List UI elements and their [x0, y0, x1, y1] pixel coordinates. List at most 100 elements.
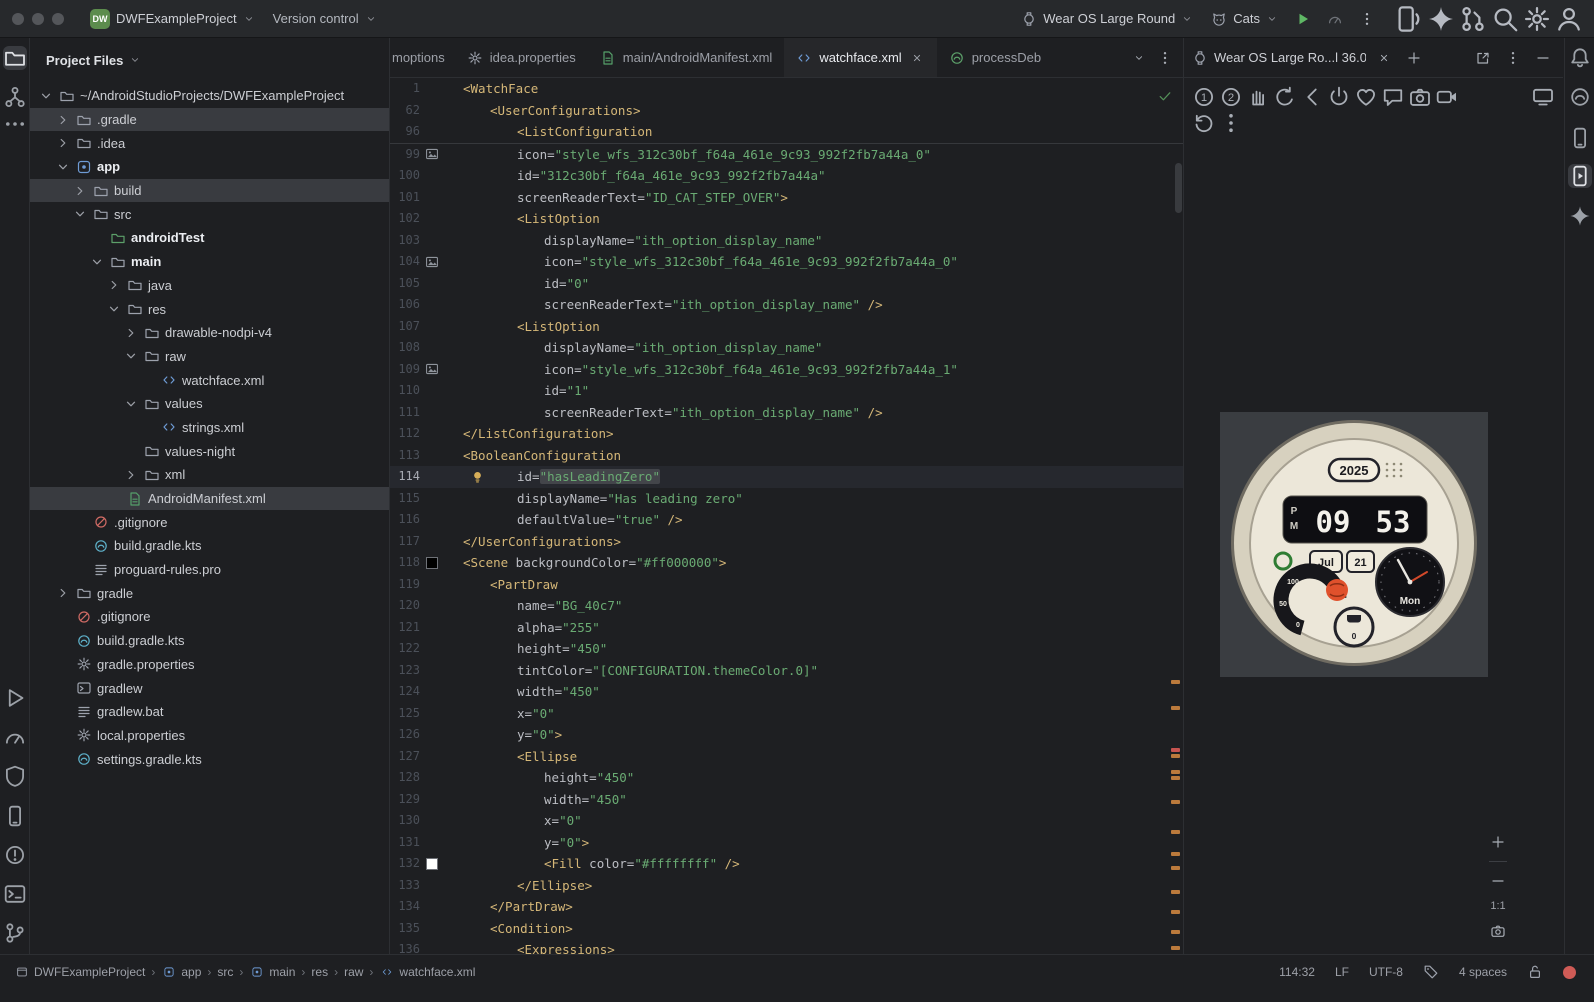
chevron-right-icon[interactable] [106, 277, 122, 293]
profiler-icon[interactable] [3, 725, 27, 749]
code-line-99[interactable]: 99 icon="style_wfs_312c30bf_f64a_461e_9c9… [390, 144, 1183, 166]
minimize-window-button[interactable] [32, 12, 44, 25]
panel-options-button[interactable] [1501, 46, 1525, 70]
breadcrumb-item-app[interactable]: app [161, 964, 201, 980]
power-button[interactable] [1327, 85, 1351, 109]
wear-button-1-button[interactable]: 1 [1192, 85, 1216, 109]
breadcrumb-item-src[interactable]: src [217, 965, 233, 979]
tree-item-res[interactable]: res [30, 297, 389, 321]
stripe-mark[interactable] [1171, 930, 1180, 934]
chevron-right-icon[interactable] [55, 112, 71, 128]
chevron-down-icon[interactable] [123, 396, 139, 412]
code-line-124[interactable]: 124 width="450" [390, 681, 1183, 703]
code-line-108[interactable]: 108 displayName="ith_option_display_name" [390, 337, 1183, 359]
tree-item-gitignore[interactable]: .gitignore [30, 605, 389, 629]
tree-item-androidstudioprojects-dwfexampleproject[interactable]: ~/AndroidStudioProjects/DWFExampleProjec… [30, 84, 389, 108]
display-mode-button[interactable] [1531, 85, 1555, 109]
screen-record-button[interactable] [1435, 85, 1459, 109]
editor-area[interactable]: moptions idea.properties main/AndroidMani… [390, 38, 1183, 954]
indent-widget[interactable]: 4 spaces [1459, 965, 1507, 979]
stripe-mark[interactable] [1171, 852, 1180, 856]
version-control-icon[interactable] [3, 921, 27, 945]
chevron-down-icon[interactable] [72, 206, 88, 222]
code-line-113[interactable]: 113 <BooleanConfiguration [390, 445, 1183, 467]
code-line-105[interactable]: 105 id="0" [390, 273, 1183, 295]
project-selector[interactable]: DW DWFExampleProject [82, 5, 263, 33]
code-line-104[interactable]: 104 icon="style_wfs_312c30bf_f64a_461e_9c… [390, 251, 1183, 273]
running-devices-icon[interactable] [1568, 164, 1592, 188]
hide-panel-button[interactable] [1531, 46, 1555, 70]
stripe-mark[interactable] [1171, 776, 1180, 780]
unlock-icon[interactable] [1527, 964, 1543, 980]
chevron-right-icon[interactable] [123, 467, 139, 483]
color-swatch-icon[interactable] [426, 556, 438, 569]
tree-item-values-night[interactable]: values-night [30, 439, 389, 463]
more-options-button[interactable] [1219, 111, 1243, 135]
tree-item-java[interactable]: java [30, 274, 389, 298]
tree-item-gitignore[interactable]: .gitignore [30, 510, 389, 534]
device-selector[interactable]: Wear OS Large Round [1013, 5, 1201, 33]
maximize-window-button[interactable] [52, 12, 64, 25]
code-line-102[interactable]: 102 <ListOption [390, 208, 1183, 230]
code-line-121[interactable]: 121 alpha="255" [390, 617, 1183, 639]
code-line-135[interactable]: 135 <Condition> [390, 918, 1183, 940]
zoom-out-button[interactable] [1486, 869, 1510, 893]
hidden-tabs-button[interactable] [1127, 46, 1151, 70]
tab-overflow-left[interactable]: moptions [390, 38, 455, 77]
tree-item-build[interactable]: build [30, 178, 389, 203]
tab-watchface-xml[interactable]: watchface.xml [784, 38, 937, 77]
code-line-131[interactable]: 131 y="0"> [390, 832, 1183, 854]
chevron-right-icon[interactable] [72, 183, 88, 199]
tree-item-local-properties[interactable]: local.properties [30, 724, 389, 748]
tree-item-src[interactable]: src [30, 202, 389, 226]
code-line-123[interactable]: 123 tintColor="[CONFIGURATION.themeColor.… [390, 660, 1183, 682]
drawable-preview-icon[interactable] [425, 147, 439, 161]
tree-item-idea[interactable]: .idea [30, 131, 389, 155]
chevron-right-icon[interactable] [123, 325, 139, 341]
chevron-down-icon[interactable] [123, 348, 139, 364]
code-line-117[interactable]: 117 </UserConfigurations> [390, 531, 1183, 553]
code-line-107[interactable]: 107 <ListOption [390, 316, 1183, 338]
drawable-preview-icon[interactable] [425, 255, 439, 269]
encoding-widget[interactable]: UTF-8 [1369, 965, 1403, 979]
tree-item-build-gradle-kts[interactable]: build.gradle.kts [30, 629, 389, 653]
zoom-fit-button[interactable]: 1:1 [1490, 900, 1505, 912]
code-line-114[interactable]: 114 id="hasLeadingZero" [390, 466, 1183, 488]
stripe-mark[interactable] [1171, 890, 1180, 894]
pr-button[interactable] [1458, 5, 1488, 33]
code-line-1[interactable]: 1 <WatchFace [390, 78, 1183, 100]
palm-button[interactable] [1246, 85, 1270, 109]
tree-item-main[interactable]: main [30, 250, 389, 274]
code-line-126[interactable]: 126 y="0"> [390, 724, 1183, 746]
code-line-119[interactable]: 119 <PartDraw [390, 574, 1183, 596]
drawable-preview-icon[interactable] [425, 362, 439, 376]
color-swatch-icon[interactable] [426, 857, 438, 870]
code-line-110[interactable]: 110 id="1" [390, 380, 1183, 402]
breadcrumb-item-watchface-xml[interactable]: watchface.xml [379, 964, 475, 980]
code-line-100[interactable]: 100 id="312c30bf_f64a_461e_9c93_992f2fb7a… [390, 165, 1183, 187]
breadcrumb-item-main[interactable]: main [249, 964, 295, 980]
vcs-widget[interactable]: Version control [265, 5, 385, 33]
stripe-mark[interactable] [1171, 946, 1180, 950]
watch-face-preview[interactable]: 2025 P M 09 53 Jul 21 Mon 100 50 0 0 [1220, 412, 1488, 677]
code-line-112[interactable]: 112 </ListConfiguration> [390, 423, 1183, 445]
code-line-118[interactable]: 118 <Scene backgroundColor="#ff000000"> [390, 552, 1183, 574]
chevron-right-icon[interactable] [55, 135, 71, 151]
device-manager-icon[interactable] [3, 804, 27, 828]
heart-rate-button[interactable] [1354, 85, 1378, 109]
tree-item-gradlew[interactable]: gradlew [30, 676, 389, 700]
project-panel-header[interactable]: Project Files [30, 38, 389, 82]
breadcrumb-item-dwfexampleproject[interactable]: DWFExampleProject [14, 964, 145, 980]
chevron-down-icon[interactable] [106, 301, 122, 317]
line-separator-widget[interactable]: LF [1335, 965, 1349, 979]
more-actions-button[interactable] [1352, 5, 1382, 33]
tree-item-watchface-xml[interactable]: watchface.xml [30, 368, 389, 392]
code-line-125[interactable]: 125 x="0" [390, 703, 1183, 725]
tree-item-build-gradle-kts[interactable]: build.gradle.kts [30, 534, 389, 558]
tree-item-proguard-rules-pro[interactable]: proguard-rules.pro [30, 558, 389, 582]
code-line-127[interactable]: 127 <Ellipse [390, 746, 1183, 768]
tree-item-gradlew-bat[interactable]: gradlew.bat [30, 700, 389, 724]
add-device-tab-button[interactable] [1402, 46, 1426, 70]
run-button[interactable] [1288, 5, 1318, 33]
code-line-96[interactable]: 96 <ListConfiguration [390, 121, 1183, 143]
